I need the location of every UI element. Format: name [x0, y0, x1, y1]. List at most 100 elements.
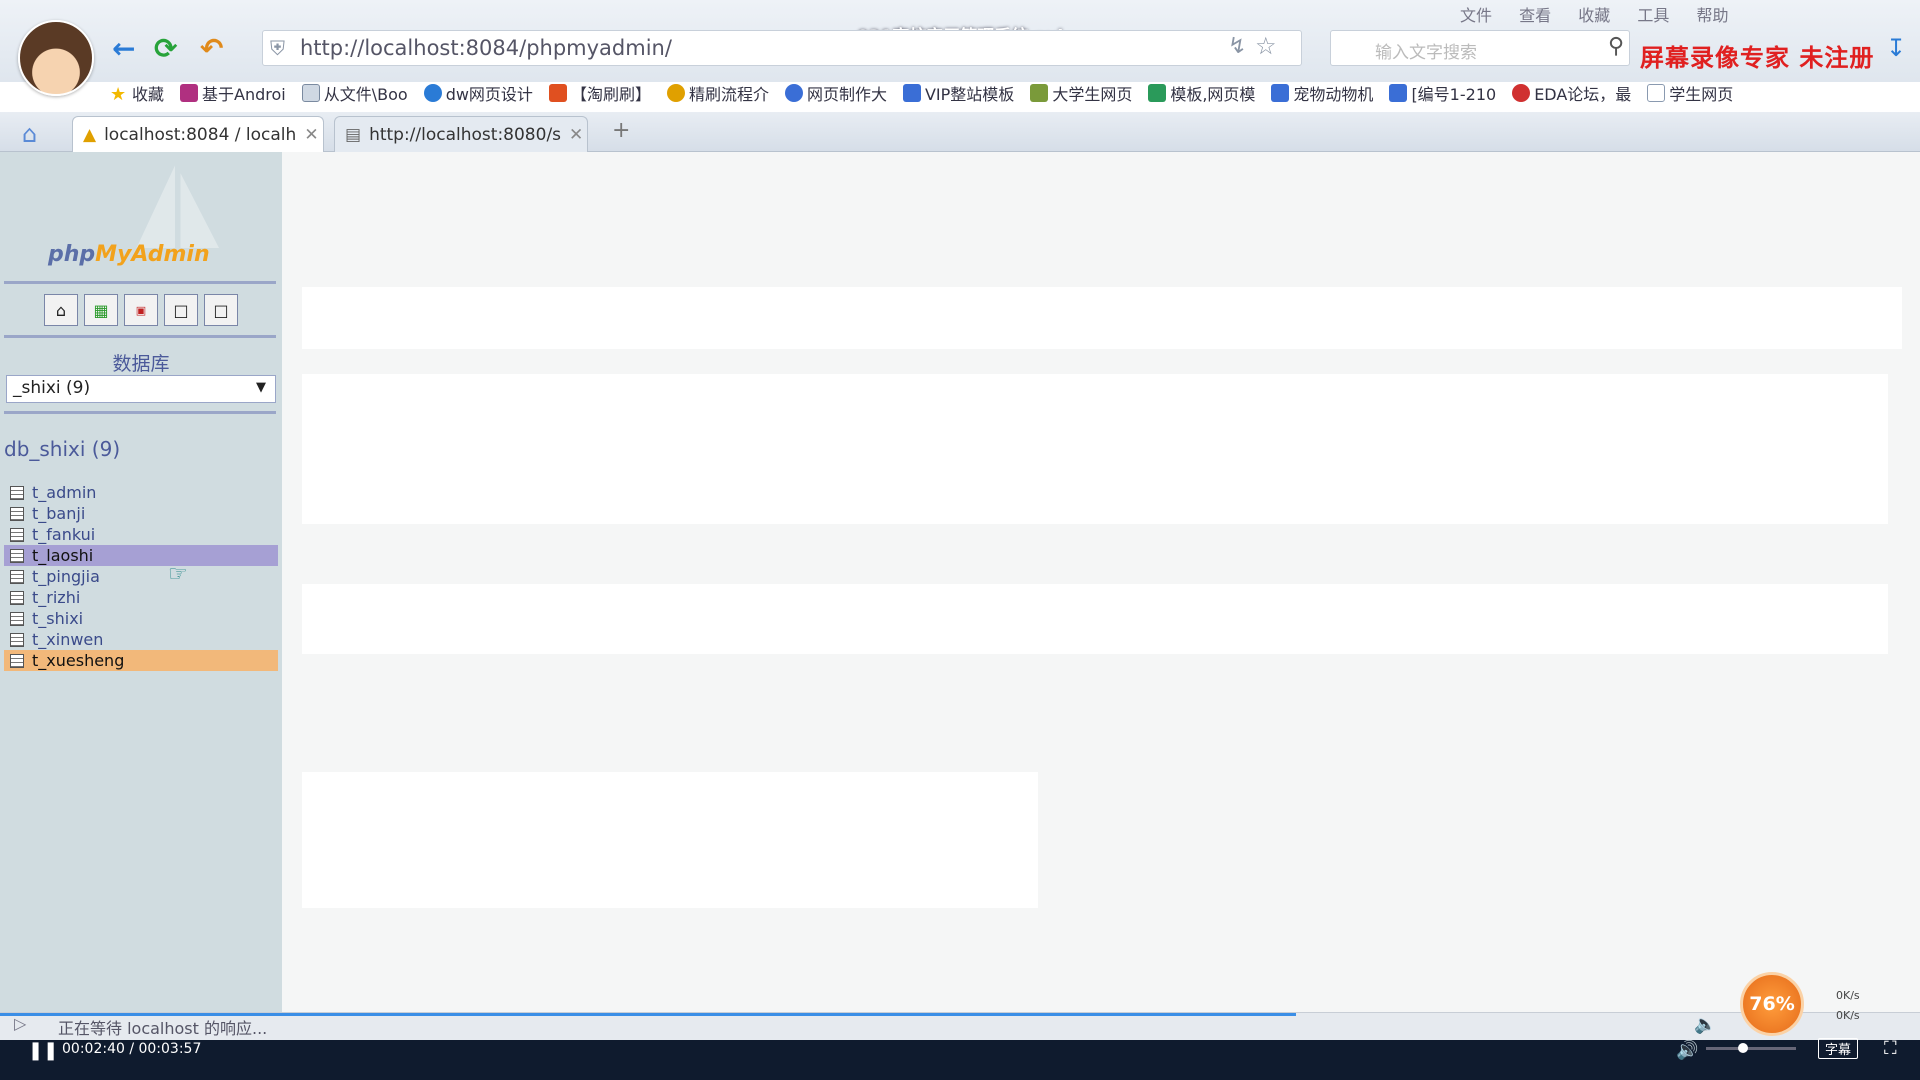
download-icon[interactable]: ↧	[1886, 34, 1906, 62]
bookmark-item[interactable]: EDA论坛，最	[1512, 80, 1631, 106]
database-select[interactable]: _shixi (9)	[6, 375, 276, 403]
query-window-icon[interactable]: ▦	[84, 294, 118, 326]
bookmark-label: EDA论坛，最	[1534, 85, 1632, 104]
zoom-badge[interactable]: 76%	[1740, 972, 1804, 1036]
bookmark-item[interactable]: 【淘刷刷】	[548, 80, 651, 106]
table-item-hover[interactable]: t_xuesheng	[4, 650, 278, 671]
lightning-icon[interactable]: ↯	[1228, 34, 1246, 59]
bookmark-label: 大学生网页	[1052, 85, 1133, 104]
url-text[interactable]: http://localhost:8084/phpmyadmin/	[300, 36, 672, 60]
placeholder-block	[302, 584, 1888, 654]
pma-logo[interactable]: phpMyAdmin	[48, 242, 210, 267]
table-item[interactable]: t_rizhi	[4, 587, 278, 608]
table-item[interactable]: t_fankui	[4, 524, 278, 545]
close-icon[interactable]: ✕	[304, 125, 318, 145]
table-name[interactable]: t_xinwen	[32, 630, 103, 649]
table-icon	[10, 611, 24, 626]
back-icon[interactable]: ←	[112, 32, 135, 65]
placeholder-block	[302, 374, 1888, 524]
database-title[interactable]: db_shixi (9)	[4, 437, 120, 461]
table-name[interactable]: t_rizhi	[32, 588, 80, 607]
help-icon[interactable]: □	[204, 294, 238, 326]
home-icon[interactable]: ⌂	[44, 294, 78, 326]
table-item[interactable]: t_pingjia	[4, 566, 278, 587]
database-heading: 数据库	[112, 353, 170, 375]
bookmark-icon	[902, 84, 921, 102]
divider	[4, 411, 276, 414]
tab-label: http://localhost:8080/s	[369, 124, 562, 145]
logo-php: php	[48, 242, 96, 267]
divider	[4, 281, 276, 284]
bookmark-item[interactable]: dw网页设计	[423, 80, 533, 106]
volume-slider[interactable]	[1706, 1047, 1796, 1050]
table-icon	[10, 590, 24, 605]
volume-icon[interactable]: 🔈	[1694, 1014, 1716, 1035]
tab-localhost-8080[interactable]: ▤ http://localhost:8080/s ✕	[334, 116, 588, 152]
bookmark-label: 收藏	[132, 85, 165, 104]
fullscreen-icon[interactable]: ⛶	[1884, 1038, 1897, 1059]
star-icon[interactable]: ☆	[1255, 32, 1277, 60]
bookmark-item[interactable]: 基于Androi	[180, 80, 286, 106]
status-text: 正在等待 localhost 的响应...	[58, 1019, 268, 1038]
home-icon[interactable]: ⌂	[22, 120, 37, 148]
tab-label: localhost:8084 / localh	[104, 124, 297, 145]
net-down: 0K/s	[1836, 1009, 1860, 1022]
user-avatar[interactable]	[18, 20, 94, 96]
bookmark-item[interactable]: 精刷流程介	[666, 80, 769, 106]
bookmark-item[interactable]: VIP整站模板	[902, 80, 1014, 106]
table-name[interactable]: t_shixi	[32, 609, 83, 628]
table-list: t_admin t_banji t_fankui t_laoshi t_ping…	[4, 482, 278, 671]
undo-icon[interactable]: ↶	[200, 32, 223, 65]
close-icon[interactable]: ✕	[569, 125, 583, 145]
page-icon: ▤	[345, 124, 362, 145]
bookmark-item[interactable]: 模板,网页模	[1148, 80, 1255, 106]
pause-icon[interactable]: ❚❚	[28, 1040, 58, 1061]
bookmark-icon	[423, 84, 442, 102]
bookmark-icon	[1389, 84, 1408, 102]
net-up: 0K/s	[1836, 989, 1860, 1002]
table-name[interactable]: t_admin	[32, 483, 96, 502]
bookmark-item[interactable]: 学生网页	[1647, 80, 1733, 106]
bookmark-icon	[180, 84, 199, 102]
bookmark-item[interactable]: 网页制作大	[784, 80, 887, 106]
bookmark-label: 网页制作大	[806, 85, 887, 104]
table-name[interactable]: t_fankui	[32, 525, 95, 544]
new-tab-button[interactable]: +	[612, 118, 630, 143]
table-name[interactable]: t_banji	[32, 504, 85, 523]
bookmark-item[interactable]: 宠物动物机	[1271, 80, 1373, 106]
bookmark-item[interactable]: [编号1-210	[1389, 80, 1496, 106]
table-name[interactable]: t_xuesheng	[32, 651, 124, 670]
bookmark-item[interactable]: ★ 收藏	[110, 80, 164, 106]
bookmark-item[interactable]: 从文件\Boo	[301, 80, 408, 106]
table-name[interactable]: t_laoshi	[32, 546, 93, 565]
table-name[interactable]: t_pingjia	[32, 567, 100, 586]
bookmark-label: 宠物动物机	[1293, 85, 1374, 104]
table-icon	[10, 653, 24, 668]
search-icon[interactable]: ⚲	[1608, 34, 1624, 59]
video-player-bar	[0, 1040, 1920, 1080]
bookmark-label: dw网页设计	[445, 85, 533, 104]
volume-slider-handle[interactable]	[1738, 1043, 1748, 1053]
subtitle-button[interactable]: 字幕	[1818, 1038, 1859, 1059]
network-speed: 0K/s 0K/s	[1836, 986, 1860, 1026]
refresh-icon[interactable]: ⟳	[154, 32, 177, 65]
table-item[interactable]: t_banji	[4, 503, 278, 524]
hand-cursor-icon: ☞	[168, 562, 188, 587]
divider	[4, 335, 276, 338]
tab-phpmyadmin[interactable]: ▲ localhost:8084 / localh ✕	[72, 116, 324, 152]
volume-icon[interactable]: 🔊	[1676, 1040, 1698, 1061]
docs-icon[interactable]: □	[164, 294, 198, 326]
table-item[interactable]: t_admin	[4, 482, 278, 503]
bookmark-icon	[1030, 84, 1049, 102]
playback-time: 00:02:40 / 00:03:57	[62, 1041, 202, 1057]
bookmark-label: 【淘刷刷】	[570, 85, 651, 104]
table-item-selected[interactable]: t_laoshi	[4, 545, 278, 566]
bookmark-item[interactable]: 大学生网页	[1030, 80, 1132, 106]
chevron-down-icon[interactable]: ▼	[256, 380, 266, 395]
placeholder-block	[302, 772, 1038, 908]
table-item[interactable]: t_xinwen	[4, 629, 278, 650]
sql-icon[interactable]: ▣	[124, 294, 158, 326]
table-item[interactable]: t_shixi	[4, 608, 278, 629]
placeholder-block	[302, 287, 1902, 349]
logo-myadmin: MyAdmin	[95, 242, 210, 267]
